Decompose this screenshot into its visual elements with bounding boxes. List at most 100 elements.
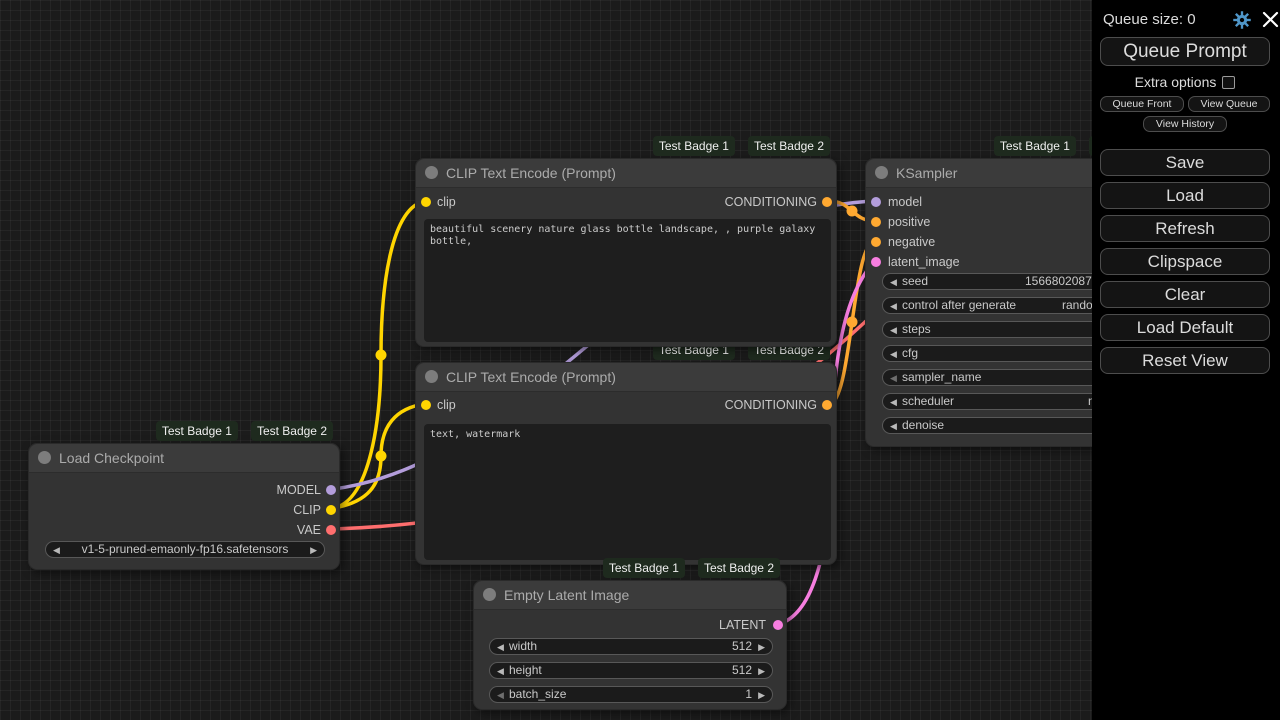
input-label-negative: negative [888, 234, 935, 250]
node-clip-text-encode-negative[interactable]: Test Badge 1 Test Badge 2 CLIP Text Enco… [415, 362, 837, 565]
prompt-textarea[interactable]: beautiful scenery nature glass bottle la… [424, 219, 831, 342]
collapse-dot-icon[interactable] [875, 166, 888, 179]
decrement-arrow-icon[interactable]: ◀ [497, 664, 504, 679]
settings-gear-icon[interactable] [1232, 10, 1252, 30]
close-icon[interactable] [1262, 11, 1279, 28]
load-default-button[interactable]: Load Default [1100, 314, 1270, 341]
node-title[interactable]: Load Checkpoint [29, 444, 339, 473]
test-badge-1: Test Badge 1 [653, 136, 735, 156]
decrement-arrow-icon[interactable]: ◀ [890, 323, 897, 338]
input-label-clip: clip [437, 194, 456, 210]
node-title[interactable]: CLIP Text Encode (Prompt) [416, 159, 836, 188]
test-badge-2: Test Badge 2 [698, 558, 780, 578]
test-badge-2: Test Badge 2 [251, 421, 333, 441]
widget-label: denoise [902, 418, 944, 433]
extra-options-label: Extra options [1135, 74, 1217, 90]
decrement-arrow-icon[interactable]: ◀ [497, 640, 504, 655]
widget-height[interactable]: ◀ height 512 ▶ [489, 662, 773, 679]
node-badges: Test Badge 1 Test Badge 2 [653, 136, 830, 156]
decrement-arrow-icon[interactable]: ◀ [890, 275, 897, 290]
extra-options-checkbox[interactable] [1222, 76, 1235, 89]
output-slot-model[interactable] [326, 485, 336, 495]
clear-button[interactable]: Clear [1100, 281, 1270, 308]
queue-menu-panel: Queue size: 0 [1092, 0, 1280, 720]
increment-arrow-icon[interactable]: ▶ [758, 664, 765, 679]
output-slot-conditioning[interactable] [822, 400, 832, 410]
node-title-label: CLIP Text Encode (Prompt) [446, 369, 616, 385]
node-load-checkpoint[interactable]: Test Badge 1 Test Badge 2 Load Checkpoin… [28, 443, 340, 570]
queue-size-label: Queue size: 0 [1103, 11, 1196, 28]
node-title-label: KSampler [896, 165, 957, 181]
collapse-dot-icon[interactable] [425, 166, 438, 179]
refresh-button[interactable]: Refresh [1100, 215, 1270, 242]
node-badges: Test Badge 1 Test Badge 2 [156, 421, 333, 441]
save-button[interactable]: Save [1100, 149, 1270, 176]
widget-label: control after generate [902, 298, 1016, 313]
widget-label: sampler_name [902, 370, 981, 385]
input-slot-model[interactable] [871, 197, 881, 207]
link-dot [376, 451, 387, 462]
prompt-textarea[interactable]: text, watermark [424, 424, 831, 560]
node-clip-text-encode-positive[interactable]: Test Badge 1 Test Badge 2 CLIP Text Enco… [415, 158, 837, 347]
node-title-label: CLIP Text Encode (Prompt) [446, 165, 616, 181]
increment-arrow-icon[interactable]: ▶ [758, 688, 765, 703]
widget-label: cfg [902, 346, 918, 361]
decrement-arrow-icon[interactable]: ◀ [890, 347, 897, 362]
test-badge-1: Test Badge 1 [603, 558, 685, 578]
widget-ckpt-name[interactable]: ◀ v1-5-pruned-emaonly-fp16.safetensors ▶ [45, 541, 325, 558]
widget-label: width [509, 639, 537, 654]
widget-value: 512 [732, 639, 752, 654]
output-slot-clip[interactable] [326, 505, 336, 515]
node-title[interactable]: Empty Latent Image [474, 581, 786, 610]
reset-view-button[interactable]: Reset View [1100, 347, 1270, 374]
input-slot-clip[interactable] [421, 197, 431, 207]
increment-arrow-icon[interactable]: ▶ [758, 640, 765, 655]
widget-label: height [509, 663, 542, 678]
clipspace-button[interactable]: Clipspace [1100, 248, 1270, 275]
input-slot-latent-image[interactable] [871, 257, 881, 267]
decrement-arrow-icon[interactable]: ◀ [890, 299, 897, 314]
widget-value: 1566802087 [1025, 274, 1092, 289]
link-dot [847, 317, 858, 328]
output-label-conditioning: CONDITIONING [725, 397, 817, 413]
collapse-dot-icon[interactable] [38, 451, 51, 464]
test-badge-1: Test Badge 1 [156, 421, 238, 441]
widget-value: v1-5-pruned-emaonly-fp16.safetensors [82, 542, 289, 556]
node-badges: Test Badge 1 Test Badge 2 [603, 558, 780, 578]
output-label-conditioning: CONDITIONING [725, 194, 817, 210]
input-label-positive: positive [888, 214, 930, 230]
output-slot-conditioning[interactable] [822, 197, 832, 207]
node-title[interactable]: CLIP Text Encode (Prompt) [416, 363, 836, 392]
decrement-arrow-icon[interactable]: ◀ [890, 419, 897, 434]
widget-width[interactable]: ◀ width 512 ▶ [489, 638, 773, 655]
output-label-clip: CLIP [293, 502, 321, 518]
input-slot-negative[interactable] [871, 237, 881, 247]
next-arrow-icon[interactable]: ▶ [310, 543, 317, 558]
node-empty-latent-image[interactable]: Test Badge 1 Test Badge 2 Empty Latent I… [473, 580, 787, 710]
input-slot-clip[interactable] [421, 400, 431, 410]
widget-label: scheduler [902, 394, 954, 409]
queue-front-button[interactable]: Queue Front [1100, 96, 1184, 112]
decrement-arrow-icon[interactable]: ◀ [890, 395, 897, 410]
widget-batch-size[interactable]: ◀ batch_size 1 ▶ [489, 686, 773, 703]
widget-label: seed [902, 274, 928, 289]
decrement-arrow-icon[interactable]: ◀ [890, 371, 897, 386]
queue-prompt-button[interactable]: Queue Prompt [1100, 37, 1270, 66]
output-label-latent: LATENT [719, 617, 766, 633]
output-slot-vae[interactable] [326, 525, 336, 535]
test-badge-2: Test Badge 2 [748, 136, 830, 156]
prev-arrow-icon[interactable]: ◀ [53, 543, 60, 558]
output-label-model: MODEL [277, 482, 321, 498]
input-slot-positive[interactable] [871, 217, 881, 227]
input-label-model: model [888, 194, 922, 210]
link-dot [847, 206, 858, 217]
link-dot [376, 350, 387, 361]
collapse-dot-icon[interactable] [483, 588, 496, 601]
output-slot-latent[interactable] [773, 620, 783, 630]
graph-canvas[interactable]: Test Badge 1 Test Badge 2 CLIP Text Enco… [0, 0, 1280, 720]
view-queue-button[interactable]: View Queue [1188, 96, 1270, 112]
view-history-button[interactable]: View History [1143, 116, 1227, 132]
collapse-dot-icon[interactable] [425, 370, 438, 383]
load-button[interactable]: Load [1100, 182, 1270, 209]
decrement-arrow-icon[interactable]: ◀ [497, 688, 504, 703]
